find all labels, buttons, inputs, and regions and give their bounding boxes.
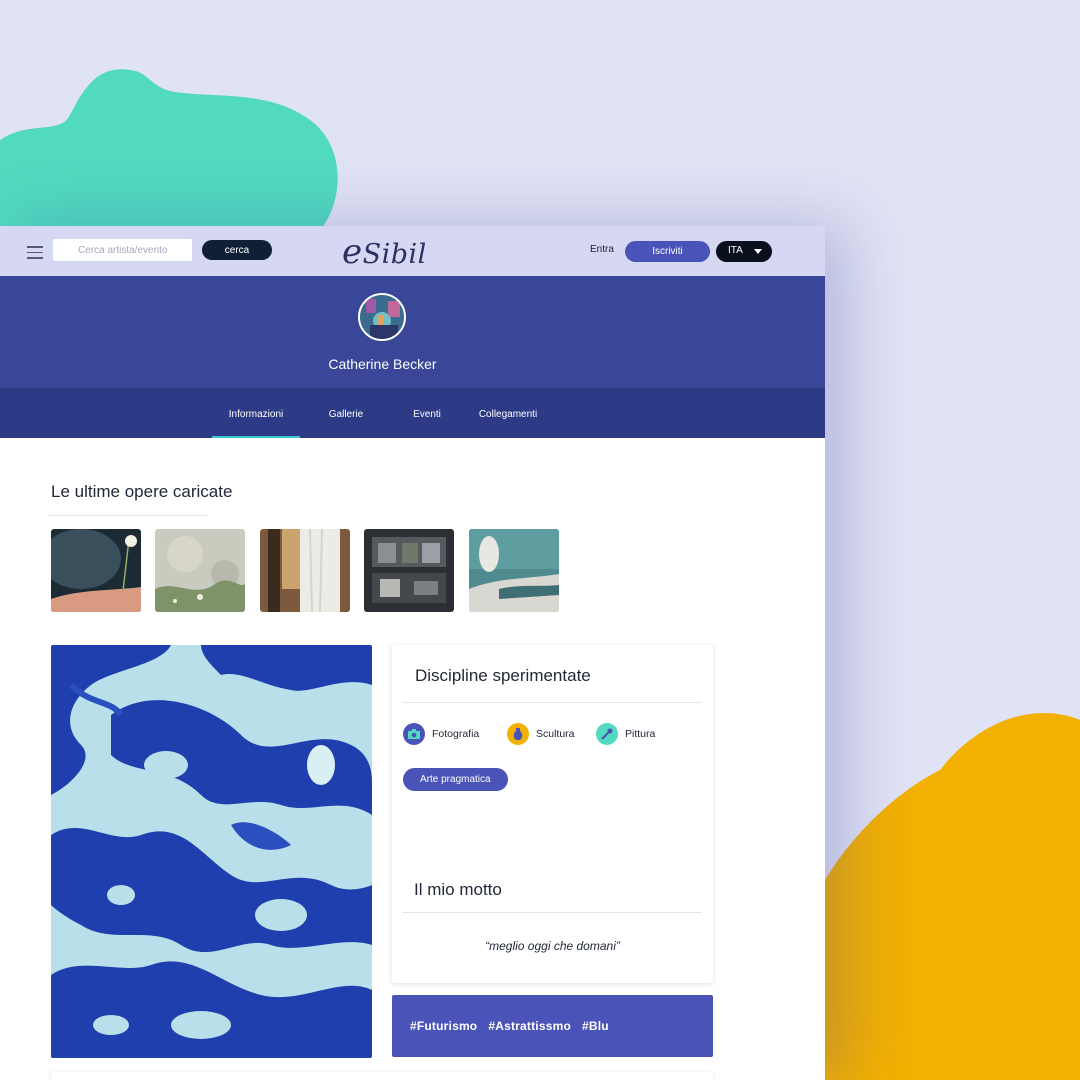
esibil-logo[interactable]: eSibil <box>342 232 427 272</box>
profile-page-window: cerca eSibil Entra Iscriviti ITA Catheri… <box>0 226 825 1080</box>
language-label: ITA <box>728 245 743 256</box>
tab-informazioni[interactable]: Informazioni <box>212 388 300 438</box>
tab-gallerie[interactable]: Gallerie <box>318 388 374 438</box>
vase-icon <box>507 723 529 745</box>
divider <box>47 515 207 516</box>
avatar[interactable] <box>358 293 406 341</box>
tags-bar: #Futurismo #Astrattissmo #Blu <box>392 995 713 1057</box>
tab-collegamenti[interactable]: Collegamenti <box>474 388 542 438</box>
camera-icon <box>403 723 425 745</box>
artwork-thumbnail[interactable] <box>364 529 454 612</box>
discipline-chip[interactable]: Arte pragmatica <box>403 768 508 791</box>
artwork-thumbnail[interactable] <box>155 529 245 612</box>
signup-button[interactable]: Iscriviti <box>625 241 710 262</box>
artwork-thumbnail[interactable] <box>260 529 350 612</box>
login-link[interactable]: Entra <box>590 244 614 255</box>
discipline-scultura[interactable]: Scultura <box>507 723 575 745</box>
hamburger-icon[interactable] <box>27 242 43 260</box>
artwork-thumbnail[interactable] <box>51 529 141 612</box>
discipline-pittura[interactable]: Pittura <box>596 723 655 745</box>
language-select[interactable]: ITA <box>716 241 772 262</box>
logo-wordmark: Sibil <box>362 239 427 270</box>
artwork-thumbnail[interactable] <box>469 529 559 612</box>
tag-astrattissmo[interactable]: #Astrattissmo <box>488 1019 571 1033</box>
paint-palette-icon <box>596 723 618 745</box>
next-section-card <box>51 1072 713 1080</box>
top-navigation-bar: cerca eSibil Entra Iscriviti ITA <box>0 226 825 276</box>
search-input[interactable] <box>53 239 192 261</box>
motto-text: “meglio oggi che domani” <box>485 939 620 953</box>
yellow-blob-decoration <box>807 713 1080 1080</box>
disciplines-card: Discipline sperimentate Fotografia Scult… <box>392 645 713 983</box>
divider <box>402 912 702 913</box>
discipline-label: Scultura <box>536 728 575 740</box>
profile-tabs: Informazioni Gallerie Eventi Collegament… <box>0 388 825 438</box>
latest-works-title: Le ultime opere caricate <box>51 482 233 501</box>
tab-eventi[interactable]: Eventi <box>404 388 450 438</box>
motto-title: Il mio motto <box>414 880 502 899</box>
tag-futurismo[interactable]: #Futurismo <box>410 1019 477 1033</box>
discipline-label: Fotografia <box>432 728 480 740</box>
profile-name: Catherine Becker <box>328 356 437 372</box>
logo-initial: e <box>342 232 363 272</box>
discipline-label: Pittura <box>625 728 656 740</box>
featured-artwork-image[interactable] <box>51 645 372 1058</box>
disciplines-title: Discipline sperimentate <box>415 666 591 685</box>
divider <box>402 702 702 703</box>
profile-header: Catherine Becker <box>0 276 825 388</box>
tag-blu[interactable]: #Blu <box>582 1019 609 1033</box>
search-button[interactable]: cerca <box>202 240 272 260</box>
discipline-fotografia[interactable]: Fotografia <box>403 723 479 745</box>
caret-down-icon <box>754 249 762 254</box>
